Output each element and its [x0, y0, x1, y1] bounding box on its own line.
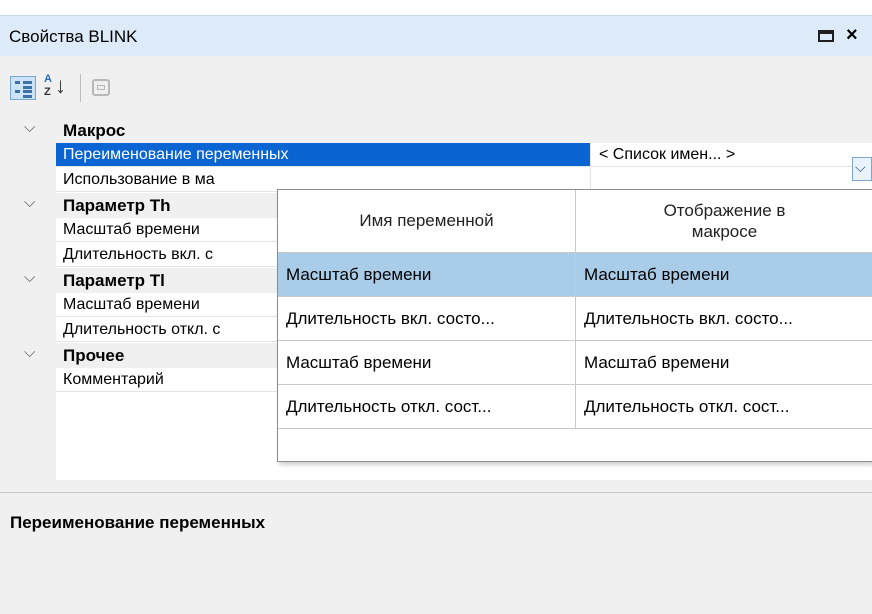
popup-header: Имя переменной Отображение в макросе: [278, 190, 872, 253]
cell-macro-display[interactable]: Масштаб времени: [584, 265, 729, 285]
property-name: Масштаб времени: [63, 221, 200, 238]
property-name: Комментарий: [63, 371, 164, 388]
property-pages-icon[interactable]: [88, 76, 114, 100]
property-name: Длительность откл. с: [63, 321, 221, 338]
cell-macro-display[interactable]: Длительность откл. сост...: [584, 397, 789, 417]
splitter[interactable]: [0, 480, 872, 492]
panel-title: Свойства BLINK: [9, 27, 138, 46]
chevron-down-icon[interactable]: ⌵: [24, 344, 35, 361]
property-name: Длительность вкл. с: [63, 246, 214, 263]
chevron-down-icon[interactable]: ⌵: [24, 194, 35, 211]
maximize-icon[interactable]: [818, 30, 834, 42]
table-row[interactable]: Масштаб времени Масштаб времени: [278, 341, 872, 385]
property-value[interactable]: < Список имен... >: [599, 146, 735, 164]
category-label: Макрос: [63, 121, 126, 140]
description-title: Переименование переменных: [10, 513, 266, 532]
category-label: Прочее: [63, 346, 125, 365]
panel-titlebar: Свойства BLINK ×: [0, 15, 872, 56]
cell-macro-display[interactable]: Длительность вкл. состо...: [584, 309, 793, 329]
column-header-macro-display[interactable]: Отображение в макросе: [576, 190, 872, 252]
close-icon[interactable]: ×: [846, 24, 858, 47]
property-row-rename-variables[interactable]: Переименование переменных < Список имен.…: [0, 143, 872, 168]
variable-rename-popup: Имя переменной Отображение в макросе Мас…: [277, 189, 872, 462]
toolbar-separator: [80, 74, 81, 102]
chevron-down-icon: ⌵: [855, 159, 866, 175]
table-row[interactable]: Длительность вкл. состо... Длительность …: [278, 297, 872, 341]
category-label: Параметр Tl: [63, 271, 165, 290]
property-name: Переименование переменных: [63, 146, 289, 163]
alphabetical-sort-icon[interactable]: A Z ↓: [44, 74, 70, 102]
chevron-down-icon[interactable]: ⌵: [24, 119, 35, 136]
categorized-view-icon[interactable]: [10, 76, 36, 100]
table-row[interactable]: Длительность откл. сост... Длительность …: [278, 385, 872, 429]
toolbar: A Z ↓: [0, 56, 872, 119]
cell-macro-display[interactable]: Масштаб времени: [584, 353, 729, 373]
cell-variable-name[interactable]: Длительность откл. сост...: [286, 397, 491, 417]
chevron-down-icon[interactable]: ⌵: [24, 269, 35, 286]
column-header-variable-name[interactable]: Имя переменной: [278, 190, 576, 252]
cell-variable-name[interactable]: Длительность вкл. состо...: [286, 309, 495, 329]
cell-variable-name[interactable]: Масштаб времени: [286, 353, 431, 373]
property-name: Использование в ма: [63, 171, 215, 188]
property-name: Масштаб времени: [63, 296, 200, 313]
description-panel: Переименование переменных: [0, 492, 872, 614]
category-macro[interactable]: ⌵ Макрос: [0, 118, 872, 143]
dropdown-button[interactable]: ⌵: [852, 157, 872, 181]
table-row[interactable]: Масштаб времени Масштаб времени: [278, 253, 872, 297]
cell-variable-name[interactable]: Масштаб времени: [286, 265, 431, 285]
category-label: Параметр Th: [63, 196, 171, 215]
